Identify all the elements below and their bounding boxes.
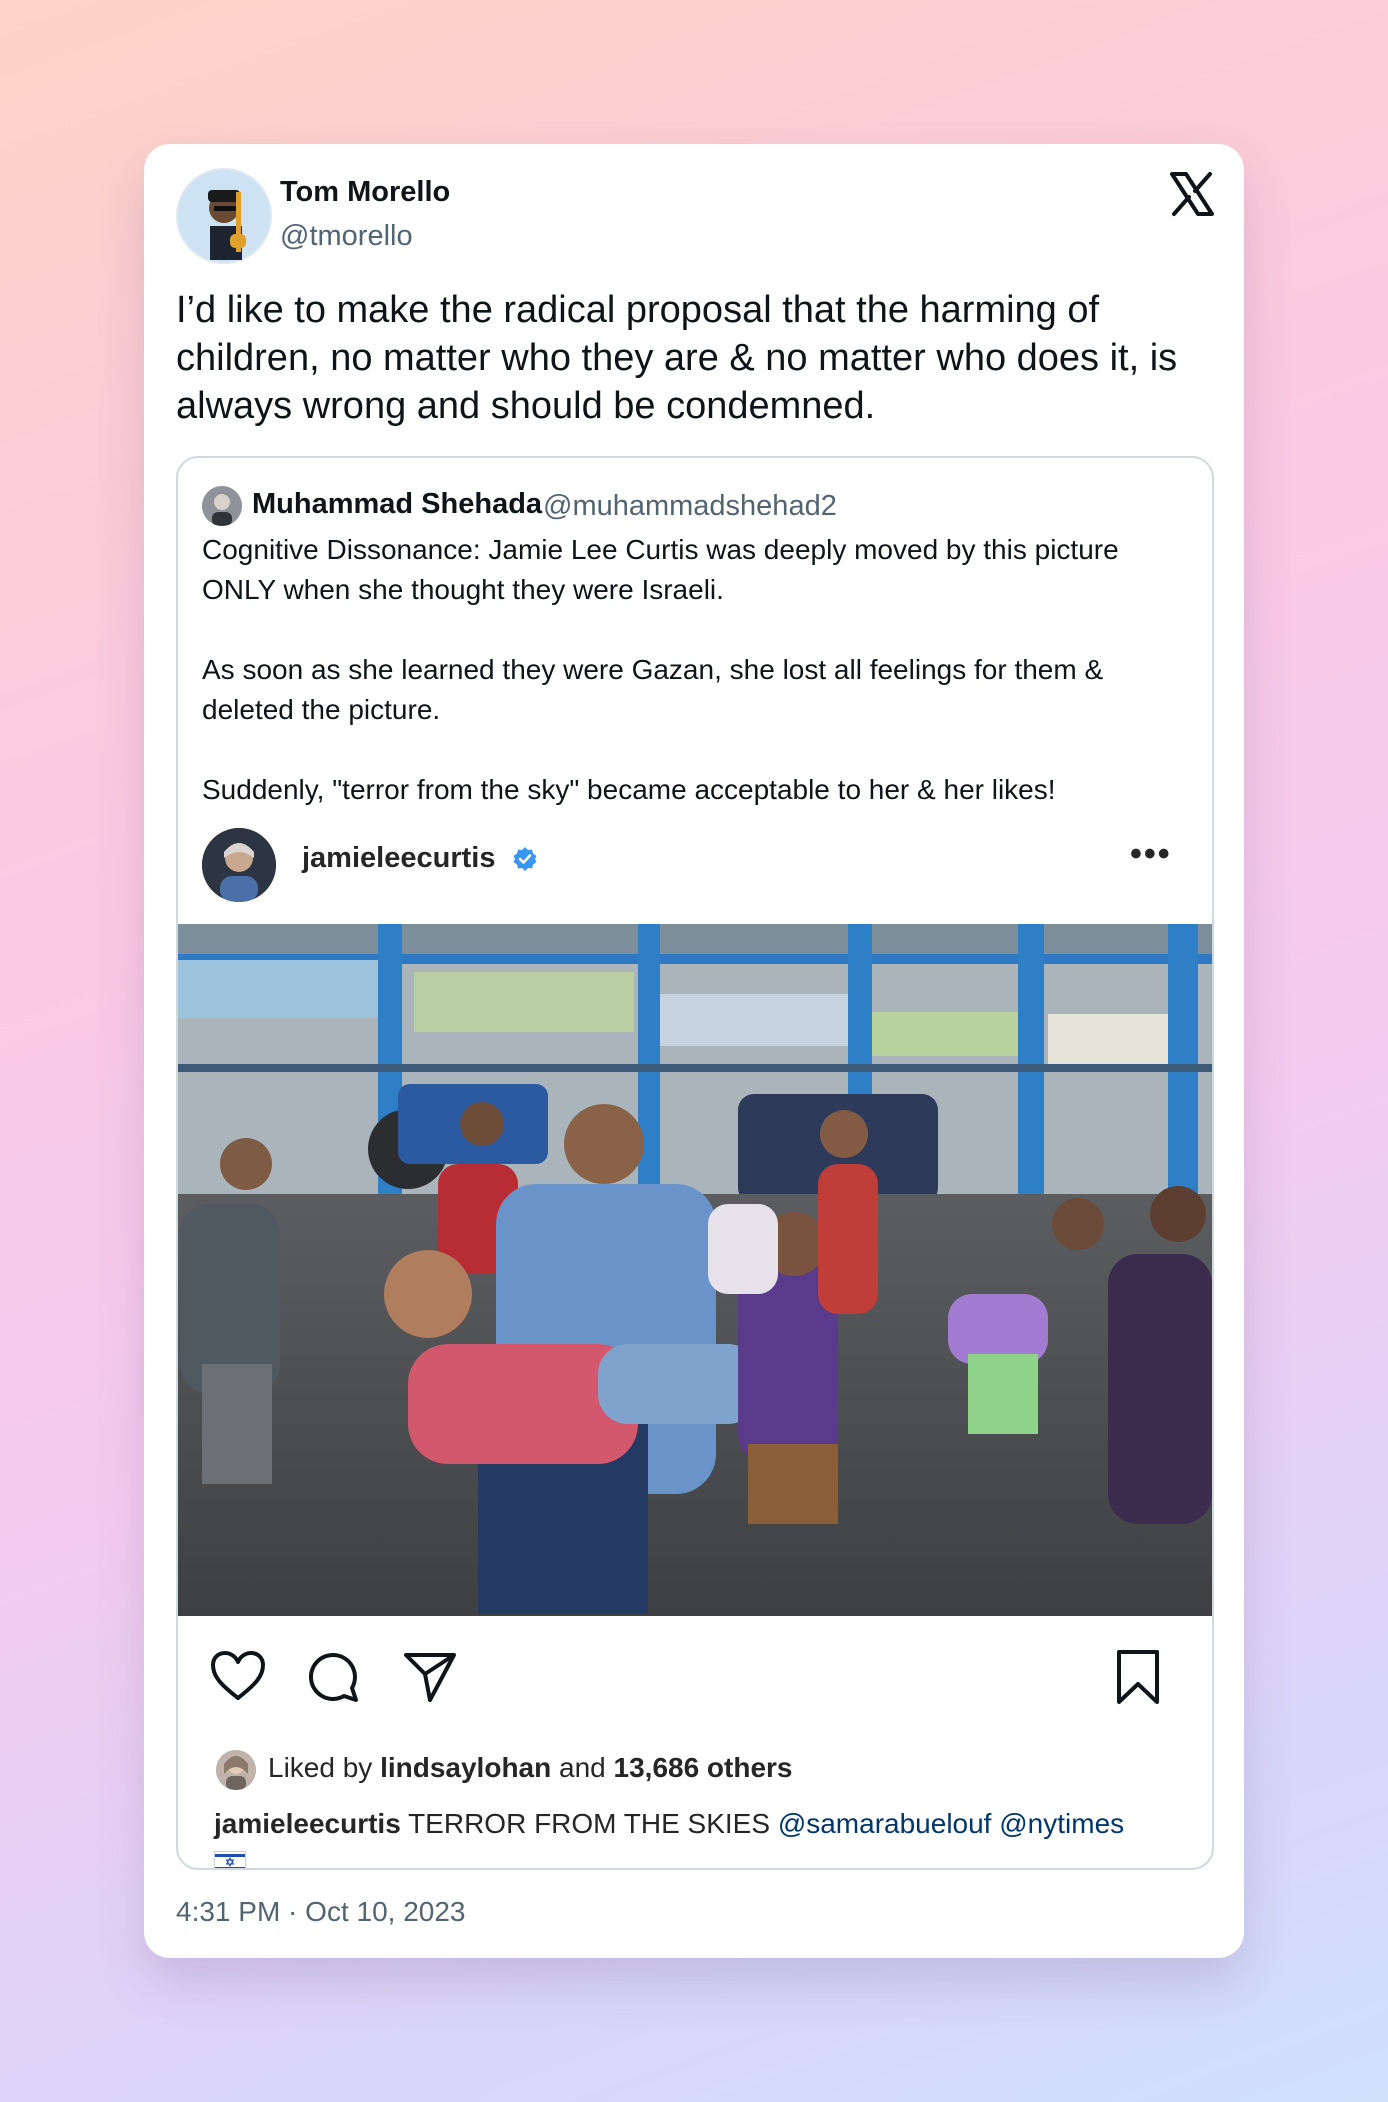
liked-and: and <box>559 1752 606 1783</box>
more-options-icon[interactable]: ••• <box>1130 837 1172 871</box>
caption-text: TERROR FROM THE SKIES <box>408 1808 771 1839</box>
liked-count-link[interactable]: 13,686 others <box>614 1752 793 1783</box>
quoted-author-avatar[interactable] <box>202 486 242 526</box>
tweet-text: I’d like to make the radical proposal th… <box>176 289 1178 427</box>
post-photo <box>178 924 1212 1616</box>
liked-prefix: Liked by <box>268 1752 373 1783</box>
liked-user-link[interactable]: lindsaylohan <box>380 1752 551 1783</box>
quoted-paragraph: Cognitive Dissonance: Jamie Lee Curtis w… <box>202 534 1119 605</box>
quoted-paragraph: Suddenly, "terror from the sky" became a… <box>202 774 1056 805</box>
quoted-tweet[interactable]: Muhammad Shehada @muhammadshehad2 Cognit… <box>176 456 1214 1870</box>
verified-badge-icon <box>513 847 537 871</box>
mention-link[interactable]: @samarabuelouf <box>778 1808 992 1839</box>
instagram-avatar[interactable] <box>202 828 276 902</box>
instagram-username[interactable]: jamieleecurtis <box>302 842 495 875</box>
liked-by-avatar[interactable] <box>216 1750 256 1790</box>
quoted-paragraph: As soon as she learned they were Gazan, … <box>202 654 1104 725</box>
bookmark-icon[interactable] <box>1114 1648 1162 1706</box>
heart-icon[interactable] <box>210 1650 266 1702</box>
post-caption: jamieleecurtis TERROR FROM THE SKIES @sa… <box>214 1806 1194 1868</box>
quoted-tweet-text: Cognitive Dissonance: Jamie Lee Curtis w… <box>202 530 1192 850</box>
author-name[interactable]: Tom Morello <box>280 176 450 209</box>
quoted-author-name[interactable]: Muhammad Shehada <box>252 488 542 521</box>
comment-icon[interactable] <box>306 1650 360 1704</box>
liked-by-text: Liked by lindsaylohan and 13,686 others <box>268 1752 793 1784</box>
author-avatar[interactable] <box>176 168 272 264</box>
x-logo-icon[interactable] <box>1168 170 1216 218</box>
tweet-card: Tom Morello @tmorello I’d like to make t… <box>144 144 1244 1958</box>
israel-flag-icon <box>214 1850 246 1868</box>
share-icon[interactable] <box>402 1650 458 1704</box>
quoted-author-handle[interactable]: @muhammadshehad2 <box>543 490 837 523</box>
caption-username[interactable]: jamieleecurtis <box>214 1808 401 1839</box>
author-handle[interactable]: @tmorello <box>280 220 413 253</box>
mention-link[interactable]: @nytimes <box>999 1808 1124 1839</box>
tweet-timestamp[interactable]: 4:31 PM · Oct 10, 2023 <box>176 1896 466 1928</box>
